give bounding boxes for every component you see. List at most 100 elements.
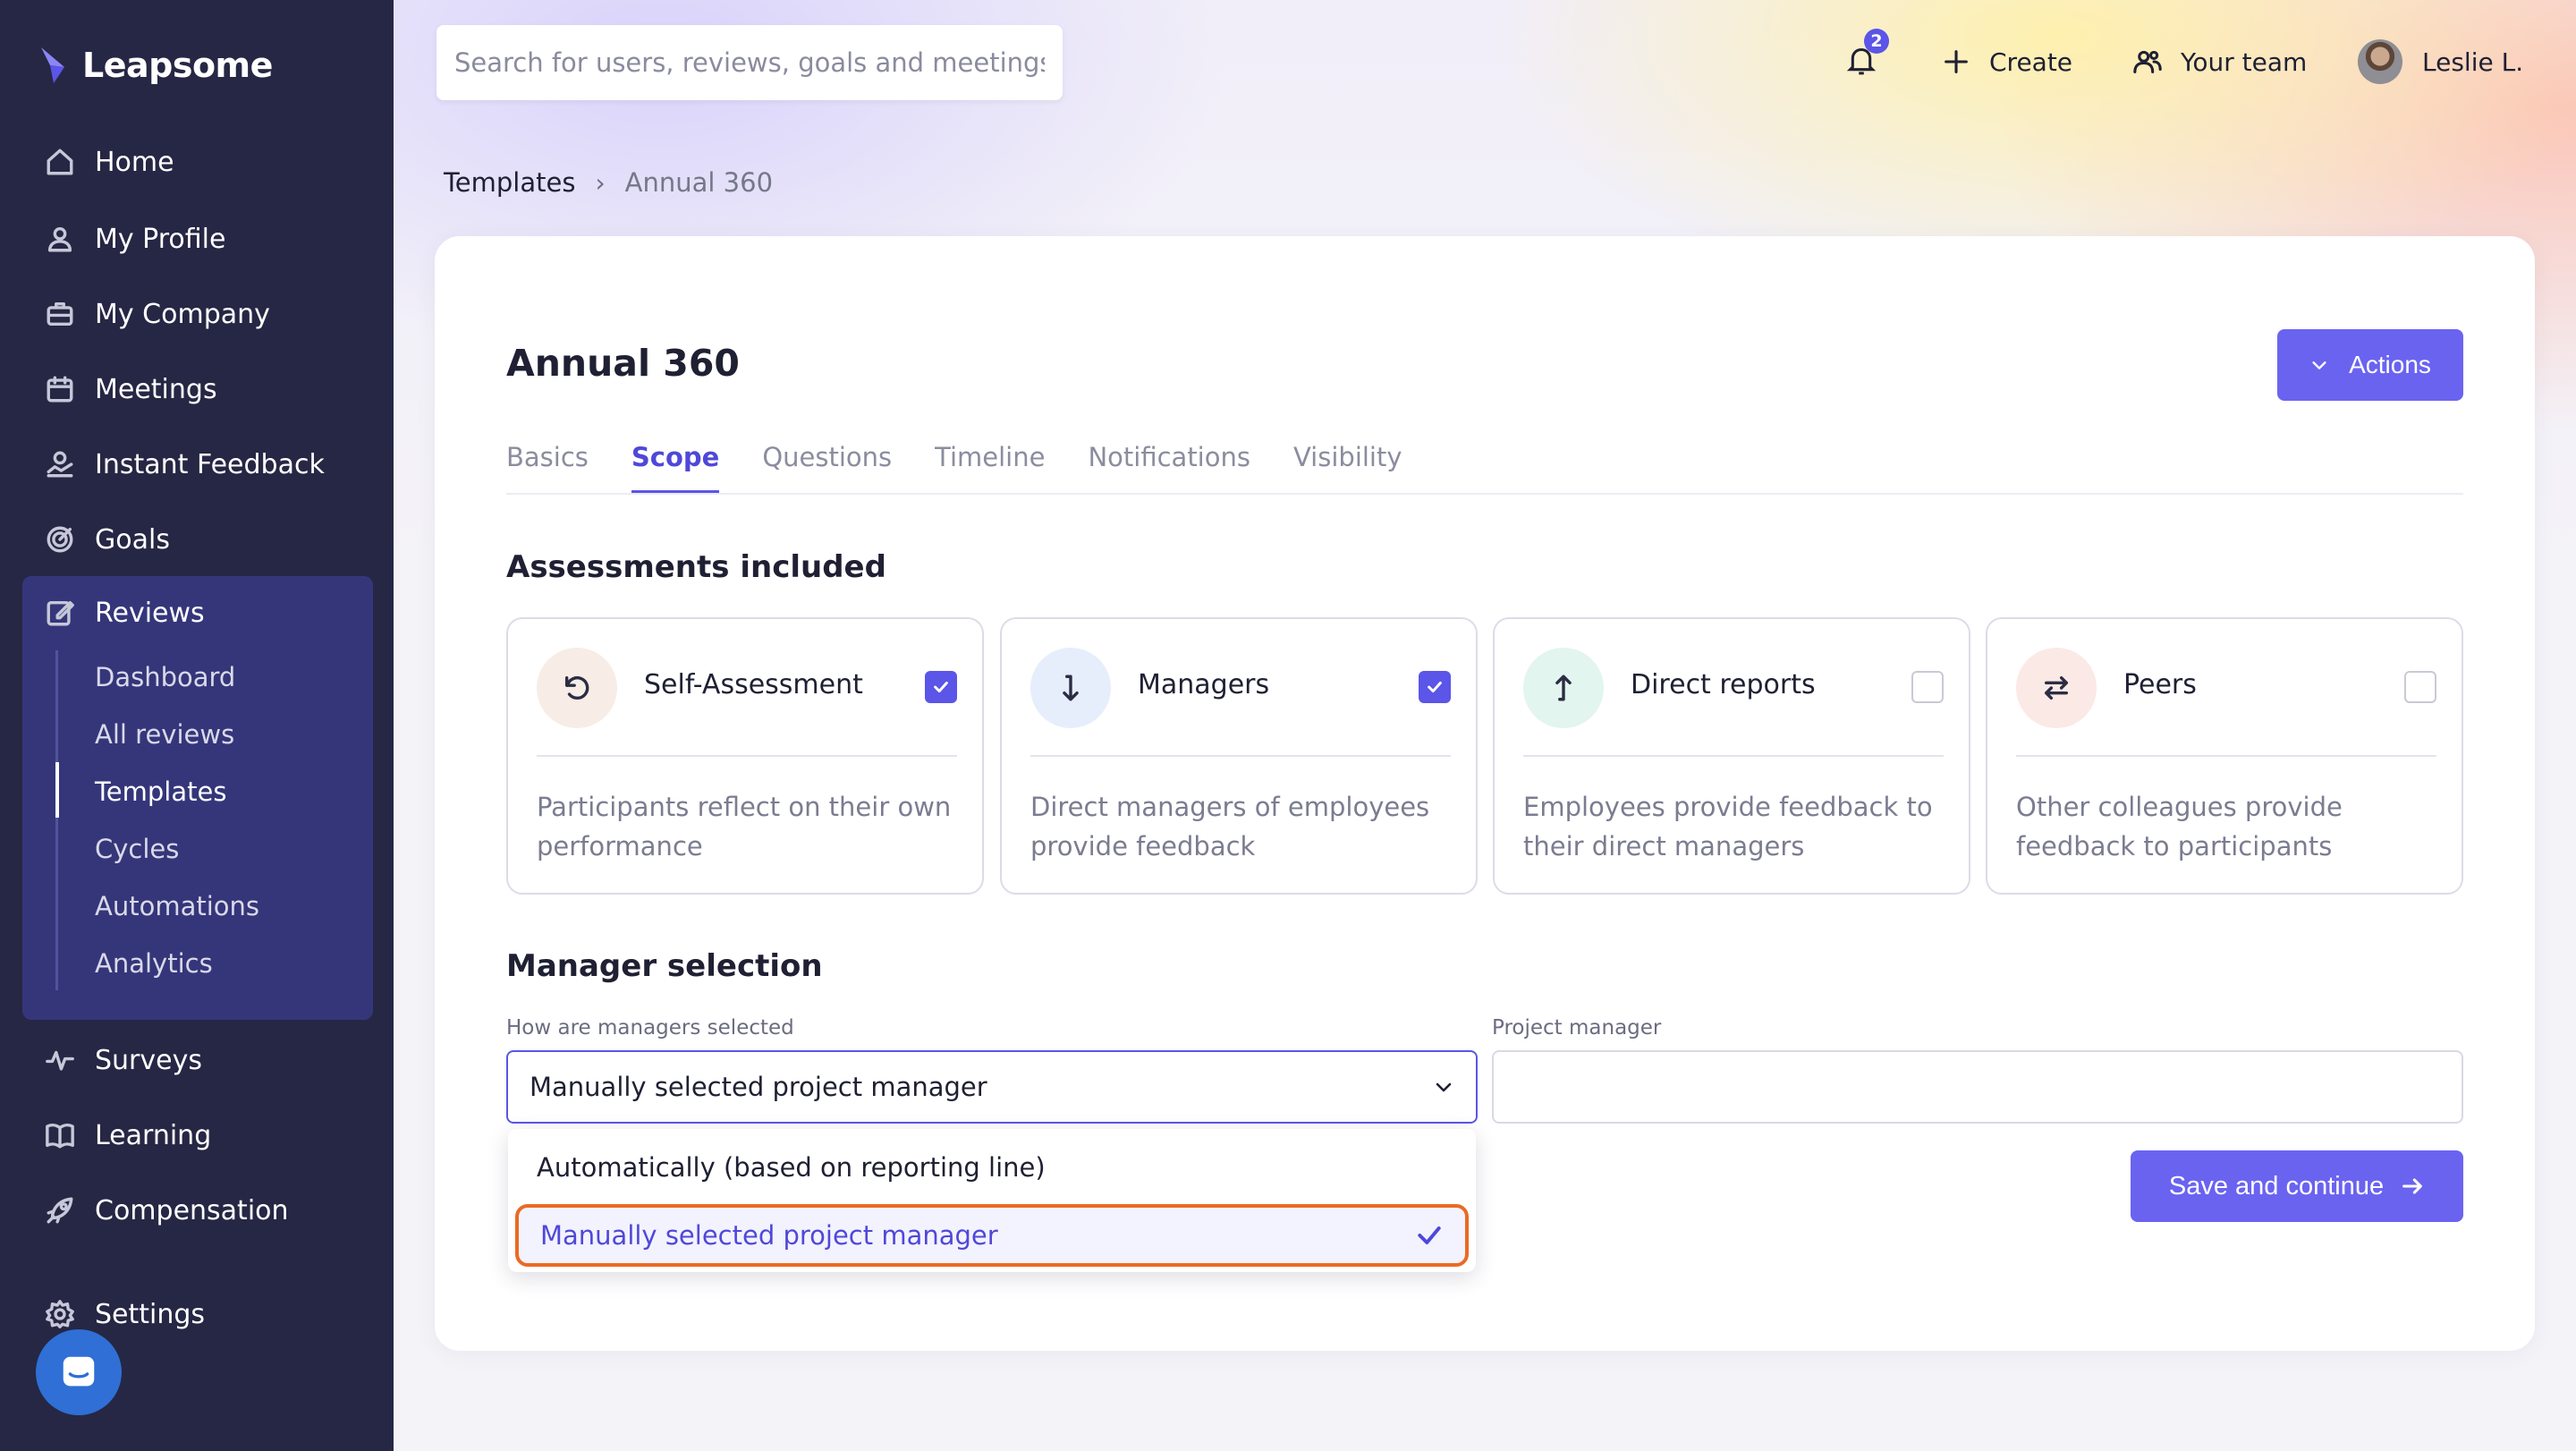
tab-notifications[interactable]: Notifications: [1088, 435, 1250, 494]
sidebar-subitem-automations[interactable]: Automations: [95, 884, 259, 929]
breadcrumb-templates-link[interactable]: Templates: [444, 167, 575, 198]
tabs-divider: [506, 493, 2463, 495]
save-label: Save and continue: [2168, 1171, 2385, 1201]
check-icon: [1418, 1226, 1441, 1244]
assessment-card-managers[interactable]: Managers Direct managers of employees pr…: [1000, 617, 1478, 895]
your-team-label: Your team: [2181, 47, 2308, 77]
chat-icon: [63, 1356, 95, 1387]
feedback-icon: [45, 449, 75, 479]
sidebar-item-label: Meetings: [95, 373, 217, 405]
sidebar-item-learning[interactable]: Learning: [45, 1113, 211, 1158]
tab-questions[interactable]: Questions: [762, 435, 892, 494]
sidebar-item-compensation[interactable]: Compensation: [45, 1188, 289, 1233]
option-label: Manually selected project manager: [540, 1220, 998, 1251]
check-icon: [1428, 681, 1442, 693]
create-label: Create: [1989, 47, 2073, 77]
option-label: Automatically (based on reporting line): [537, 1152, 1046, 1183]
breadcrumb-current: Annual 360: [624, 167, 774, 198]
sidebar-item-my-company[interactable]: My Company: [45, 292, 270, 336]
assessment-card-self[interactable]: Self-Assessment Participants reflect on …: [506, 617, 984, 895]
tab-scope[interactable]: Scope: [631, 435, 720, 494]
sidebar-subitem-analytics[interactable]: Analytics: [95, 941, 213, 986]
assessment-card-peers[interactable]: Peers Other colleagues provide feedback …: [1986, 617, 2463, 895]
assessment-description: Other colleagues provide feedback to par…: [2016, 792, 2343, 861]
assessment-name: Self-Assessment: [644, 669, 863, 700]
save-and-continue-button[interactable]: Save and continue: [2131, 1150, 2463, 1222]
book-icon: [45, 1120, 75, 1150]
submenu-active-indicator: [55, 762, 59, 818]
dropdown-option-manual[interactable]: Manually selected project manager: [515, 1204, 1469, 1267]
calendar-icon: [45, 374, 75, 404]
gear-icon: [45, 1299, 75, 1329]
rocket-icon: [45, 1195, 75, 1226]
sidebar-subitem-cycles[interactable]: Cycles: [95, 827, 179, 871]
project-manager-label: Project manager: [1492, 1016, 1662, 1039]
sidebar-item-label: Goals: [95, 523, 170, 556]
app-name: Leapsome: [82, 46, 273, 85]
assessment-name: Direct reports: [1631, 669, 1816, 700]
assessment-checkbox[interactable]: [1911, 671, 1944, 703]
create-button[interactable]: Create: [1941, 39, 2072, 84]
target-icon: [45, 524, 75, 555]
project-manager-input[interactable]: [1492, 1050, 2463, 1124]
assessment-checkbox[interactable]: [2404, 671, 2436, 703]
user-name[interactable]: Leslie L.: [2422, 39, 2523, 84]
assessment-checkbox[interactable]: [925, 671, 957, 703]
chevron-down-icon: [2312, 361, 2326, 369]
card-divider: [1523, 755, 1944, 757]
chat-support-button[interactable]: [36, 1329, 122, 1415]
edit-icon: [45, 598, 75, 628]
sidebar-item-label: My Company: [95, 298, 270, 330]
user-icon: [45, 224, 75, 254]
chevron-right-icon: ›: [595, 167, 606, 198]
pulse-icon: [45, 1045, 75, 1075]
sidebar-item-label: Instant Feedback: [95, 448, 325, 480]
sidebar-item-meetings[interactable]: Meetings: [45, 367, 217, 412]
card-divider: [1030, 755, 1451, 757]
assessment-description: Employees provide feedback to their dire…: [1523, 792, 1933, 861]
arrow-right-icon: [2402, 1178, 2422, 1194]
swap-icon: [2016, 648, 2097, 728]
submenu-line: [55, 650, 58, 990]
avatar[interactable]: [2358, 39, 2402, 84]
sidebar-item-surveys[interactable]: Surveys: [45, 1038, 202, 1082]
sidebar-subitem-all-reviews[interactable]: All reviews: [95, 712, 234, 757]
select-value: Manually selected project manager: [530, 1072, 987, 1102]
sidebar: Leapsome Home My Profile My Company Meet…: [0, 0, 394, 1451]
tab-basics[interactable]: Basics: [506, 435, 589, 494]
dropdown-option-automatic[interactable]: Automatically (based on reporting line): [508, 1136, 1476, 1199]
sidebar-subitem-templates[interactable]: Templates: [95, 769, 226, 814]
page-title: Annual 360: [506, 342, 740, 385]
rotate-ccw-icon: [537, 648, 617, 728]
sidebar-subitem-dashboard[interactable]: Dashboard: [95, 655, 235, 700]
card-divider: [537, 755, 957, 757]
sidebar-item-home[interactable]: Home: [45, 140, 174, 184]
search-input[interactable]: [436, 25, 1063, 100]
assessment-name: Managers: [1138, 669, 1270, 700]
assessment-description: Direct managers of employees provide fee…: [1030, 792, 1430, 861]
your-team-button[interactable]: Your team: [2132, 39, 2307, 84]
sidebar-item-my-profile[interactable]: My Profile: [45, 216, 225, 261]
actions-button[interactable]: Actions: [2277, 329, 2463, 401]
sidebar-item-label: Reviews: [95, 597, 205, 629]
leapsome-logo-icon: [41, 47, 64, 83]
assessment-checkbox[interactable]: [1419, 671, 1451, 703]
sidebar-item-label: Settings: [95, 1298, 206, 1330]
actions-label: Actions: [2349, 351, 2431, 378]
home-icon: [45, 147, 75, 177]
tab-visibility[interactable]: Visibility: [1293, 435, 1402, 494]
manager-selection-title: Manager selection: [506, 948, 823, 984]
sidebar-item-reviews[interactable]: Reviews: [45, 590, 205, 635]
tab-timeline[interactable]: Timeline: [935, 435, 1045, 494]
leapsome-logo[interactable]: Leapsome: [38, 43, 273, 88]
sidebar-item-goals[interactable]: Goals: [45, 517, 170, 562]
sidebar-item-label: Surveys: [95, 1044, 202, 1076]
assessment-card-direct-reports[interactable]: Direct reports Employees provide feedbac…: [1493, 617, 1970, 895]
card-divider: [2016, 755, 2436, 757]
arrow-down-icon: [1030, 648, 1111, 728]
sidebar-item-label: Home: [95, 146, 174, 178]
chevron-down-icon: [1436, 1082, 1452, 1092]
manager-selection-select[interactable]: Manually selected project manager: [506, 1050, 1478, 1124]
assessment-name: Peers: [2123, 669, 2197, 700]
sidebar-item-instant-feedback[interactable]: Instant Feedback: [45, 442, 325, 487]
